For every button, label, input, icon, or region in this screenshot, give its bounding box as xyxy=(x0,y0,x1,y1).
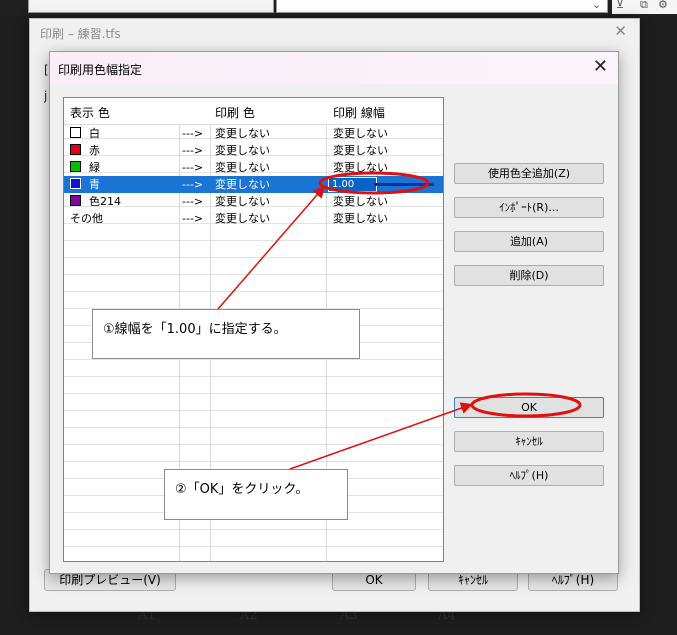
annotation-overlay xyxy=(217,171,582,470)
highlight-ellipse-ok xyxy=(470,392,582,418)
highlight-ellipse-line-width xyxy=(318,171,430,195)
arrow-step1 xyxy=(217,185,325,310)
arrow-step2 xyxy=(289,402,473,470)
